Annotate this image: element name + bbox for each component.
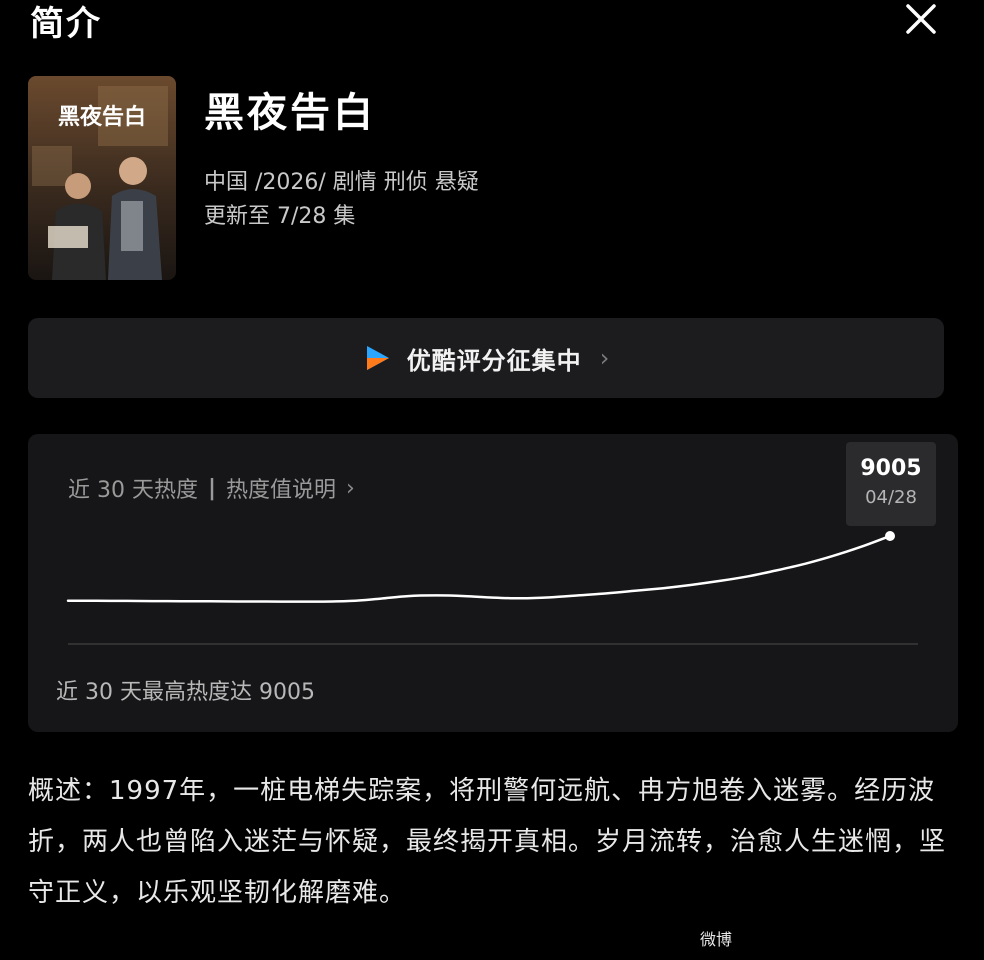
page-title: 简介 bbox=[30, 4, 102, 44]
poster-image[interactable]: 黑夜告白 bbox=[28, 76, 176, 280]
rating-label: 优酷评分征集中 bbox=[406, 346, 582, 375]
heat-explain-link[interactable]: 热度值说明 bbox=[226, 472, 336, 504]
close-icon[interactable] bbox=[902, 0, 942, 40]
chevron-right-icon: › bbox=[599, 344, 610, 372]
chevron-right-icon: › bbox=[346, 475, 355, 501]
update-status: 更新至 7/28 集 bbox=[204, 204, 356, 229]
chart-header: 近 30 天热度 | 热度值说明 › bbox=[68, 472, 355, 504]
header-separator: | bbox=[207, 475, 217, 501]
tooltip-date: 04/28 bbox=[865, 487, 917, 508]
poster-title: 黑夜告白 bbox=[58, 104, 146, 130]
watermark: 微博 bbox=[700, 930, 733, 949]
youku-rating-button[interactable]: 优酷评分征集中 › bbox=[28, 318, 944, 398]
heat-summary: 近 30 天最高热度达 9005 bbox=[56, 680, 315, 705]
heat-series-line bbox=[66, 534, 892, 603]
heat-peak-point bbox=[885, 531, 895, 541]
tooltip-value: 9005 bbox=[860, 456, 922, 481]
show-name: 黑夜告白 bbox=[204, 90, 376, 136]
overview-text: 概述：1997年，一桩电梯失踪案，将刑警何远航、冉方旭卷入迷雾。经历波折，两人也… bbox=[28, 776, 947, 908]
youku-logo-icon bbox=[366, 346, 389, 370]
heat-chart-card: 近 30 天热度 | 热度值说明 › 9005 04/28 近 30 天最高热度… bbox=[28, 434, 958, 732]
show-meta: 中国 /2026/ 剧情 刑侦 悬疑 bbox=[204, 170, 479, 195]
peak-tooltip: 9005 04/28 bbox=[846, 442, 936, 526]
heat-range-label: 近 30 天热度 bbox=[68, 478, 198, 503]
